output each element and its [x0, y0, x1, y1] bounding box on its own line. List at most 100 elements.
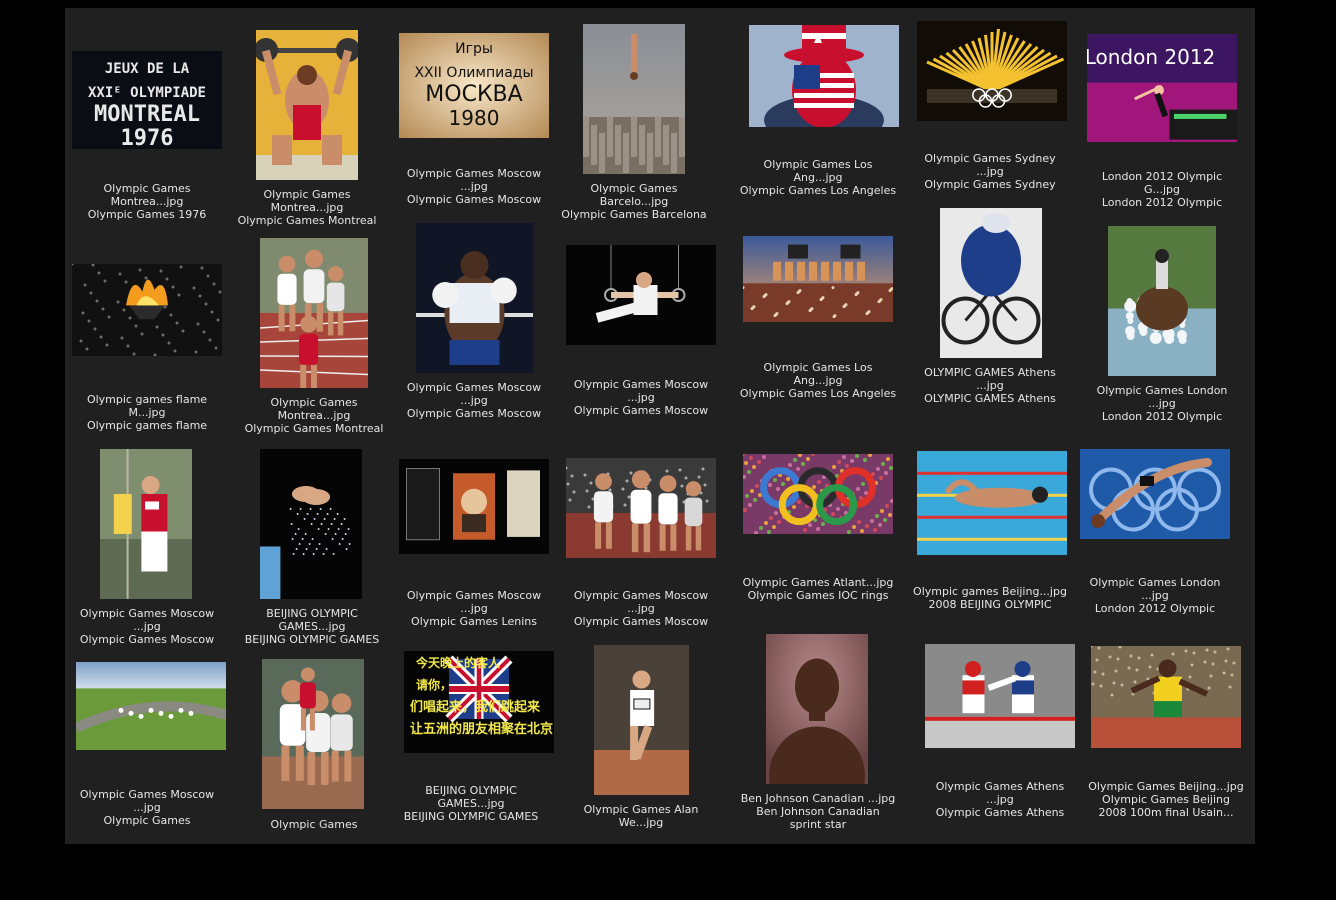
- equestrian-water-thumbnail[interactable]: [1108, 226, 1216, 376]
- caption-line: Olympic Games: [103, 814, 191, 827]
- flower-rings-thumbnail[interactable]: [743, 454, 893, 534]
- usa-fan-thumbnail[interactable]: [749, 25, 899, 127]
- svg-text:МОСКВА: МОСКВА: [425, 82, 522, 107]
- file-caption[interactable]: Olympic Games Moscow ...jpg Olympic Games …: [556, 589, 726, 628]
- caption-line: Olympic Games London: [1096, 384, 1228, 397]
- file-caption[interactable]: Olympic Games Moscow ...jpg Olympic Games …: [389, 381, 559, 420]
- boxer-thumbnail[interactable]: [416, 223, 533, 373]
- beijing-banner-thumbnail[interactable]: 今天晚上的客人 请你， 们唱起来，我们跳起来 让五洲的朋友相聚在北京: [404, 651, 554, 753]
- file-caption[interactable]: Olympic Games Moscow ...jpg Olympic Games: [62, 788, 232, 827]
- caption-line: Olympic Games Los: [763, 361, 873, 374]
- taekwondo-thumbnail[interactable]: [925, 644, 1075, 748]
- caption-line: ...jpg: [1148, 397, 1176, 410]
- diver-rings-thumbnail[interactable]: [1080, 449, 1230, 539]
- caption-line: 2008 100m final Usain...: [1098, 806, 1234, 819]
- rings-gymnast-thumbnail[interactable]: [566, 245, 716, 345]
- distance-runners-thumbnail[interactable]: [262, 659, 364, 809]
- file-caption[interactable]: Olympic games Beijing...jpg 2008 BEIJING …: [905, 585, 1075, 611]
- file-caption[interactable]: OLYMPIC GAMES Athens ...jpg OLYMPIC GAMES …: [905, 366, 1075, 405]
- svg-text:1976: 1976: [121, 126, 174, 149]
- file-caption[interactable]: Olympic Games Montrea...jpg Olympic Games …: [62, 182, 232, 221]
- caption-line: ...jpg: [976, 165, 1004, 178]
- caption-line: Olympic Games Beijing: [1102, 793, 1230, 806]
- file-caption[interactable]: Olympic Games Moscow ...jpg Olympic Games …: [389, 589, 559, 628]
- caption-line: BEIJING OLYMPIC: [266, 607, 358, 620]
- file-caption[interactable]: BEIJING OLYMPIC GAMES...jpg BEIJING OLYMPI…: [386, 784, 556, 823]
- caption-line: London 2012 Olympic: [1101, 170, 1223, 183]
- caption-line: Olympic Games Alan: [583, 803, 699, 816]
- la-coliseum-thumbnail[interactable]: [743, 236, 893, 322]
- file-caption[interactable]: Olympic Games London ...jpg London 2012 Ol…: [1070, 576, 1240, 615]
- javelin-athlete-thumbnail[interactable]: [100, 449, 192, 599]
- montreal-1976-poster-thumbnail[interactable]: JEUX DE LA XXIᴱ OLYMPIADE MONTREAL 1976: [72, 51, 222, 149]
- lenin-portrait-thumbnail[interactable]: [399, 459, 549, 554]
- file-caption[interactable]: BEIJING OLYMPIC GAMES...jpg BEIJING OLYMPI…: [227, 607, 397, 646]
- caption-line: Ang...jpg: [793, 374, 843, 387]
- caption-line: 2008 BEIJING OLYMPIC: [928, 598, 1052, 611]
- caption-line: OLYMPIC GAMES Athens: [924, 392, 1056, 405]
- caption-line: Montrea...jpg: [277, 409, 351, 422]
- file-caption[interactable]: Olympic Games Moscow ...jpg Olympic Games …: [62, 607, 232, 646]
- caption-line: London 2012 Olympic: [1101, 410, 1223, 423]
- file-caption[interactable]: Olympic Games Athens ...jpg Olympic Games …: [915, 780, 1085, 819]
- caption-line: ...jpg: [460, 394, 488, 407]
- caption-line: Olympic Games Montreal: [237, 214, 377, 227]
- svg-text:XXII Олимпиады: XXII Олимпиады: [414, 65, 533, 81]
- svg-text:让五洲的朋友相聚在北京: 让五洲的朋友相聚在北京: [410, 721, 553, 737]
- usain-bolt-thumbnail[interactable]: [1091, 646, 1241, 748]
- caption-line: ...jpg: [133, 620, 161, 633]
- thumbnail-grid: JEUX DE LA XXIᴱ OLYMPIADE MONTREAL 1976 Olym…: [65, 8, 1255, 844]
- file-caption[interactable]: Olympic Games: [229, 818, 399, 831]
- caption-line: Olympic Games: [590, 182, 678, 195]
- caption-line: Montrea...jpg: [270, 201, 344, 214]
- caption-line: Olympic Games Beijing...jpg: [1088, 780, 1244, 793]
- file-caption[interactable]: Olympic Games Montrea...jpg Olympic Games …: [222, 188, 392, 227]
- file-caption[interactable]: Olympic Games Los Ang...jpg Olympic Games …: [733, 361, 903, 400]
- moscow-1980-poster-thumbnail[interactable]: Игры XXII Олимпиады МОСКВА 1980: [399, 33, 549, 138]
- file-caption[interactable]: Olympic Games Los Ang...jpg Olympic Games …: [733, 158, 903, 197]
- weightlifter-thumbnail[interactable]: [256, 30, 358, 180]
- file-caption[interactable]: Ben Johnson Canadian ...jpg Ben Johnson C…: [733, 792, 903, 831]
- file-caption[interactable]: Olympic Games Moscow ...jpg Olympic Games …: [389, 167, 559, 206]
- caption-line: Ang...jpg: [793, 171, 843, 184]
- caption-line: Olympic Games IOC rings: [747, 589, 889, 602]
- track-cyclist-thumbnail[interactable]: [940, 208, 1042, 358]
- barcelona-diver-thumbnail[interactable]: [583, 24, 685, 174]
- caption-line: Olympic Games Moscow: [79, 633, 215, 646]
- swimmer-thumbnail[interactable]: [917, 451, 1067, 555]
- caption-line: Ben Johnson Canadian: [756, 805, 880, 818]
- file-caption[interactable]: Olympic Games Atlant...jpg Olympic Games …: [733, 576, 903, 602]
- file-caption[interactable]: Olympic Games Beijing...jpg Olympic Games…: [1081, 780, 1251, 819]
- runner-290-thumbnail[interactable]: [594, 645, 689, 795]
- olympic-flame-thumbnail[interactable]: [72, 264, 222, 356]
- caption-line: Olympic games flame: [86, 419, 208, 432]
- caption-line: Olympic Games Athens: [935, 780, 1065, 793]
- caption-line: Olympic Games Sydney: [924, 178, 1056, 191]
- caption-line: Olympic Games Moscow: [406, 193, 542, 206]
- moscow-finish-line-thumbnail[interactable]: [566, 458, 716, 558]
- caption-line: BEIJING OLYMPIC: [425, 784, 517, 797]
- file-caption[interactable]: Olympic Games Barcelo...jpg Olympic Games …: [549, 182, 719, 221]
- caption-line: Olympic Games 1976: [87, 208, 207, 221]
- caption-line: Olympic Games Los Angeles: [739, 387, 897, 400]
- sydney-fireworks-thumbnail[interactable]: [917, 21, 1067, 121]
- file-caption[interactable]: Olympic Games Montrea...jpg Olympic Games …: [229, 396, 399, 435]
- beijing-divers-thumbnail[interactable]: [260, 449, 362, 599]
- london-2012-gymnast-thumbnail[interactable]: London 2012: [1087, 34, 1237, 142]
- caption-line: Olympic Games Moscow: [406, 589, 542, 602]
- caption-line: Olympic Games Sydney: [924, 152, 1056, 165]
- cycling-road-thumbnail[interactable]: [76, 662, 226, 750]
- file-caption[interactable]: London 2012 Olympic G...jpg London 2012 Ol…: [1077, 170, 1247, 209]
- file-caption[interactable]: Olympic games flame M...jpg Olympic games …: [62, 393, 232, 432]
- file-caption[interactable]: Olympic Games London ...jpg London 2012 Ol…: [1077, 384, 1247, 423]
- montreal-runners-thumbnail[interactable]: [260, 238, 368, 388]
- caption-line: ...jpg: [460, 602, 488, 615]
- ben-johnson-thumbnail[interactable]: [766, 634, 868, 784]
- file-caption[interactable]: Olympic Games Moscow ...jpg Olympic Games …: [556, 378, 726, 417]
- file-caption[interactable]: Olympic Games Sydney ...jpg Olympic Games …: [905, 152, 1075, 191]
- svg-text:JEUX DE LA: JEUX DE LA: [105, 61, 190, 77]
- caption-line: Olympic Games: [103, 182, 191, 195]
- caption-line: London 2012 Olympic: [1094, 602, 1216, 615]
- file-caption[interactable]: Olympic Games Alan We...jpg: [556, 803, 726, 829]
- caption-line: Olympic Games Moscow: [573, 378, 709, 391]
